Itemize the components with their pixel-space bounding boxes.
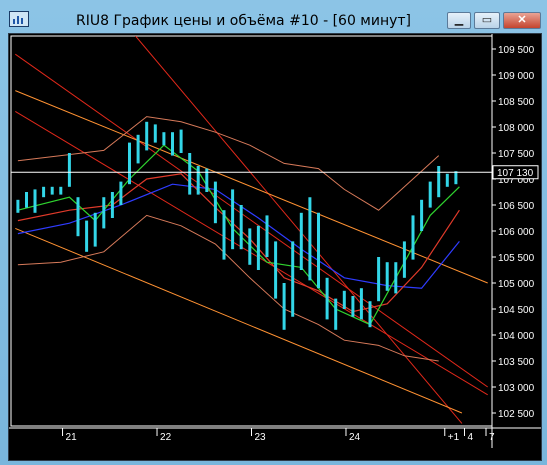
minimize-button[interactable]: ▁ [447, 12, 471, 29]
bollinger-upper-line [17, 116, 440, 211]
x-axis-label: 23 [255, 432, 267, 443]
close-icon: ✕ [517, 14, 527, 26]
close-button[interactable]: ✕ [503, 12, 541, 29]
y-axis-label: 108 000 [498, 123, 535, 134]
y-axis-label: 104 500 [498, 305, 535, 316]
moving-average-mid-line [17, 173, 460, 313]
x-axis-label: 21 [66, 432, 78, 443]
x-axis-label: 22 [160, 432, 172, 443]
orange-channel-line [15, 227, 463, 414]
x-axis-label: 4 [468, 432, 474, 443]
y-axis-label: 105 000 [498, 279, 535, 290]
y-axis-label: 103 500 [498, 357, 535, 368]
x-axis-label: 7 [489, 432, 495, 443]
y-axis-label: 109 000 [498, 71, 535, 82]
y-axis-label: 103 000 [498, 383, 535, 394]
chart-app-icon [9, 11, 29, 27]
y-axis-label: 104 000 [498, 331, 535, 342]
y-axis-label: 106 000 [498, 227, 535, 238]
red-channel-line [15, 110, 488, 396]
maximize-icon: ▭ [481, 14, 493, 26]
red-channel-line [15, 53, 488, 388]
maximize-button[interactable]: ▭ [474, 12, 500, 29]
title-bar[interactable]: RIU8 График цены и объёма #10 - [60 мину… [0, 0, 547, 33]
chart-window: RIU8 График цены и объёма #10 - [60 мину… [0, 0, 547, 465]
chart-area[interactable]: 109 500 109 000 108 500 108 000 107 500 107 0… [8, 33, 542, 461]
x-axis-label: 24 [349, 432, 361, 443]
plot-frame [10, 35, 493, 427]
moving-average-slow-line [17, 183, 460, 289]
plot-layer [15, 36, 488, 424]
y-axis-label: 105 500 [498, 253, 535, 264]
window-title: RIU8 График цены и объёма #10 - [60 мину… [76, 13, 412, 29]
y-axis-label: 102 500 [498, 409, 535, 420]
orange-channel-line [15, 90, 488, 284]
horizontal-scroll-strip [9, 448, 541, 460]
current-price-label: 107 130 [497, 168, 534, 179]
y-axis-label: 107 500 [498, 149, 535, 160]
minimize-icon: ▁ [454, 14, 464, 26]
y-axis-label: 109 500 [498, 45, 535, 56]
y-axis-label: 108 500 [498, 97, 535, 108]
price-chart[interactable]: 109 500109 000108 500108 000107 500107 0… [9, 34, 541, 460]
y-axis-label: 106 500 [498, 201, 535, 212]
x-axis-label: +1 [448, 432, 460, 443]
